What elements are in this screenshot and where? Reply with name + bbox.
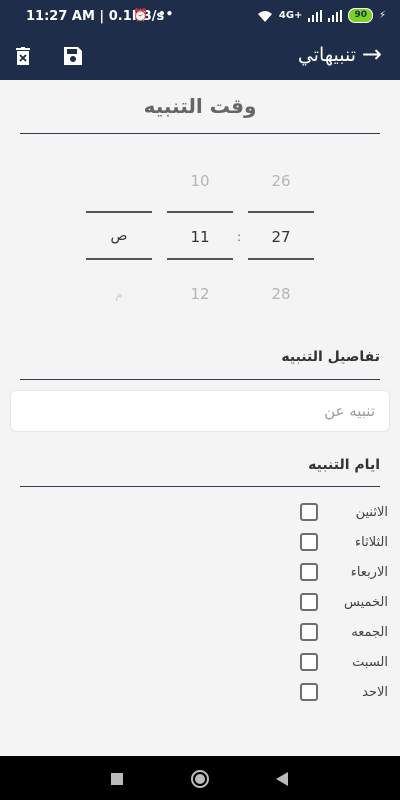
delete-icon (16, 47, 30, 65)
day-row-monday[interactable]: الاثنين (28, 500, 388, 524)
back-nav-button[interactable] (271, 768, 293, 790)
hour-next[interactable]: 12 (167, 285, 233, 303)
day-label: السبت (352, 654, 388, 670)
day-row-saturday[interactable]: السبت (28, 650, 388, 674)
day-row-wednesday[interactable]: الاربعاء (28, 560, 388, 584)
page-title: تنبيهاتي (297, 44, 356, 66)
alarm-note-input[interactable] (10, 390, 390, 432)
status-bar: 11:27 AM | 0.1KB/s ⏰ •• 4G+ 90 ⚡ (0, 0, 400, 32)
battery-indicator: 90 (348, 8, 373, 23)
back-button[interactable]: → (362, 40, 382, 68)
day-checkbox[interactable] (300, 653, 318, 671)
day-label: الخميس (344, 594, 388, 610)
picker-line (86, 211, 152, 213)
system-nav-bar (0, 756, 400, 800)
triangle-back-icon (276, 772, 288, 786)
divider (20, 486, 380, 487)
day-next[interactable]: 28 (248, 285, 314, 303)
day-row-friday[interactable]: الجمعه (28, 620, 388, 644)
day-checkbox[interactable] (300, 683, 318, 701)
day-label: الجمعه (351, 624, 388, 640)
hour-prev[interactable]: 10 (167, 172, 233, 190)
circle-icon (191, 770, 209, 788)
square-icon (111, 773, 123, 785)
time-section-title: وقت التنبيه (143, 94, 257, 118)
day-row-thursday[interactable]: الخميس (28, 590, 388, 614)
save-button[interactable] (60, 43, 86, 69)
home-button[interactable] (189, 768, 211, 790)
days-section-title: ايام التنبيه (308, 457, 380, 473)
divider (20, 379, 380, 380)
day-label: الاحد (362, 684, 388, 700)
day-row-sunday[interactable]: الاحد (28, 680, 388, 704)
picker-line (167, 211, 233, 213)
time-separator: : (237, 230, 242, 244)
network-type-label: 4G+ (278, 10, 303, 21)
details-section-title: تفاصيل التنبيه (281, 349, 380, 365)
recents-button[interactable] (106, 768, 128, 790)
picker-line (167, 258, 233, 260)
day-prev[interactable]: 26 (248, 172, 314, 190)
signal-icon-2 (328, 9, 343, 22)
picker-line (86, 258, 152, 260)
app-bar: تنبيهاتي → (0, 32, 400, 80)
day-label: الاربعاء (350, 564, 388, 580)
dots-icon: •• (158, 7, 174, 21)
arrow-right-icon: → (361, 40, 382, 68)
ampm-current[interactable]: ص (86, 228, 152, 244)
alarm-clock-icon: ⏰ (133, 8, 148, 22)
divider (20, 133, 380, 134)
day-checkbox[interactable] (300, 503, 318, 521)
signal-icon (308, 9, 323, 22)
day-row-tuesday[interactable]: الثلاثاء (28, 530, 388, 554)
delete-button[interactable] (10, 43, 36, 69)
save-icon (64, 47, 82, 65)
picker-line (248, 258, 314, 260)
picker-line (248, 211, 314, 213)
day-label: الاثنين (355, 504, 388, 520)
hour-current[interactable]: 11 (167, 228, 233, 246)
wifi-icon (257, 10, 272, 22)
day-label: الثلاثاء (355, 534, 388, 550)
day-checkbox[interactable] (300, 533, 318, 551)
day-current[interactable]: 27 (248, 228, 314, 246)
day-checkbox[interactable] (300, 623, 318, 641)
ampm-next[interactable]: م (86, 287, 152, 301)
day-checkbox[interactable] (300, 563, 318, 581)
charging-icon: ⚡ (378, 10, 386, 21)
day-checkbox[interactable] (300, 593, 318, 611)
